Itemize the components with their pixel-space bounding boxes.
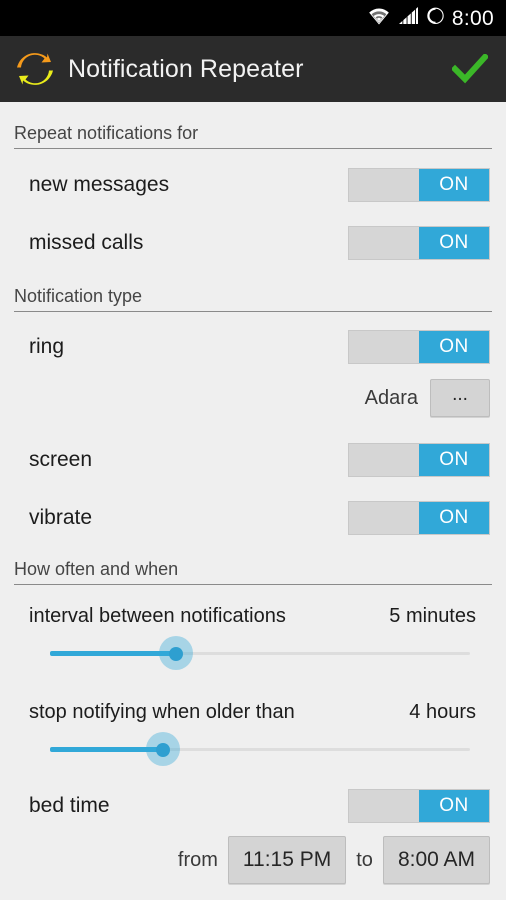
slider-header-stop-notifying: stop notifying when older than 4 hours	[29, 698, 476, 726]
slider-label-stop-notifying: stop notifying when older than	[29, 701, 295, 723]
battery-icon	[426, 6, 445, 30]
setting-label-ring: ring	[29, 335, 65, 358]
cell-signal-icon	[398, 6, 419, 30]
ringtone-name: Adara	[364, 386, 418, 409]
setting-row-missed-calls: missed calls ON	[0, 226, 506, 260]
toggle-state-label: ON	[419, 444, 489, 476]
setting-label-missed-calls: missed calls	[29, 231, 144, 254]
repeat-refresh-icon	[14, 48, 56, 90]
toggle-missed-calls[interactable]: ON	[348, 226, 490, 260]
setting-row-bed-time: bed time ON	[0, 789, 506, 823]
status-bar-clock: 8:00	[451, 6, 494, 30]
bed-time-range-row: from 11:15 PM to 8:00 AM	[0, 836, 506, 884]
section-header-notification-type: Notification type	[14, 285, 492, 312]
status-bar-icons	[367, 6, 445, 30]
ringtone-picker-row: Adara ...	[0, 379, 506, 417]
toggle-state-label: ON	[419, 331, 489, 363]
bed-time-from-button[interactable]: 11:15 PM	[227, 836, 347, 884]
toggle-state-label: ON	[419, 790, 489, 822]
slider-block-interval: interval between notifications 5 minutes	[0, 602, 506, 670]
slider-header-interval: interval between notifications 5 minutes	[29, 602, 476, 630]
toggle-new-messages[interactable]: ON	[348, 168, 490, 202]
slider-interval[interactable]	[0, 636, 506, 670]
setting-label-vibrate: vibrate	[29, 506, 93, 529]
setting-label-screen: screen	[29, 448, 93, 471]
to-label: to	[356, 848, 373, 871]
toggle-bed-time[interactable]: ON	[348, 789, 490, 823]
setting-label-bed-time: bed time	[29, 794, 110, 817]
bed-time-from-value: 11:15 PM	[242, 848, 332, 871]
settings-content: Repeat notifications for new messages ON…	[0, 102, 506, 900]
toggle-ring[interactable]: ON	[348, 330, 490, 364]
ringtone-browse-button[interactable]: ...	[430, 379, 490, 417]
status-bar: 8:00	[0, 0, 506, 36]
checkmark-icon[interactable]	[450, 49, 490, 89]
slider-value-interval: 5 minutes	[389, 605, 476, 627]
bed-time-to-value: 8:00 AM	[397, 848, 475, 871]
bed-time-to-button[interactable]: 8:00 AM	[382, 836, 490, 884]
page-title: Notification Repeater	[68, 54, 304, 83]
slider-stop-notifying[interactable]	[0, 732, 506, 766]
toggle-state-label: ON	[419, 502, 489, 534]
setting-row-ring: ring ON	[0, 330, 506, 364]
app-screen: 8:00 Notification Repeater Repeat notifi…	[0, 0, 506, 900]
setting-row-vibrate: vibrate ON	[0, 501, 506, 535]
setting-label-new-messages: new messages	[29, 173, 170, 196]
toggle-vibrate[interactable]: ON	[348, 501, 490, 535]
from-label: from	[177, 848, 218, 871]
setting-row-screen: screen ON	[0, 443, 506, 477]
slider-value-stop-notifying: 4 hours	[409, 701, 476, 723]
toggle-state-label: ON	[419, 227, 489, 259]
section-header-repeat-notifications: Repeat notifications for	[14, 122, 492, 149]
slider-thumb[interactable]	[169, 647, 183, 661]
wifi-icon	[367, 6, 391, 30]
ellipsis-icon: ...	[452, 384, 468, 405]
slider-block-stop-notifying: stop notifying when older than 4 hours	[0, 698, 506, 766]
toggle-screen[interactable]: ON	[348, 443, 490, 477]
toggle-state-label: ON	[419, 169, 489, 201]
action-bar: Notification Repeater	[0, 36, 506, 102]
slider-track-fill	[50, 651, 176, 656]
section-header-how-often: How often and when	[14, 558, 492, 585]
setting-row-new-messages: new messages ON	[0, 168, 506, 202]
slider-label-interval: interval between notifications	[29, 605, 286, 627]
